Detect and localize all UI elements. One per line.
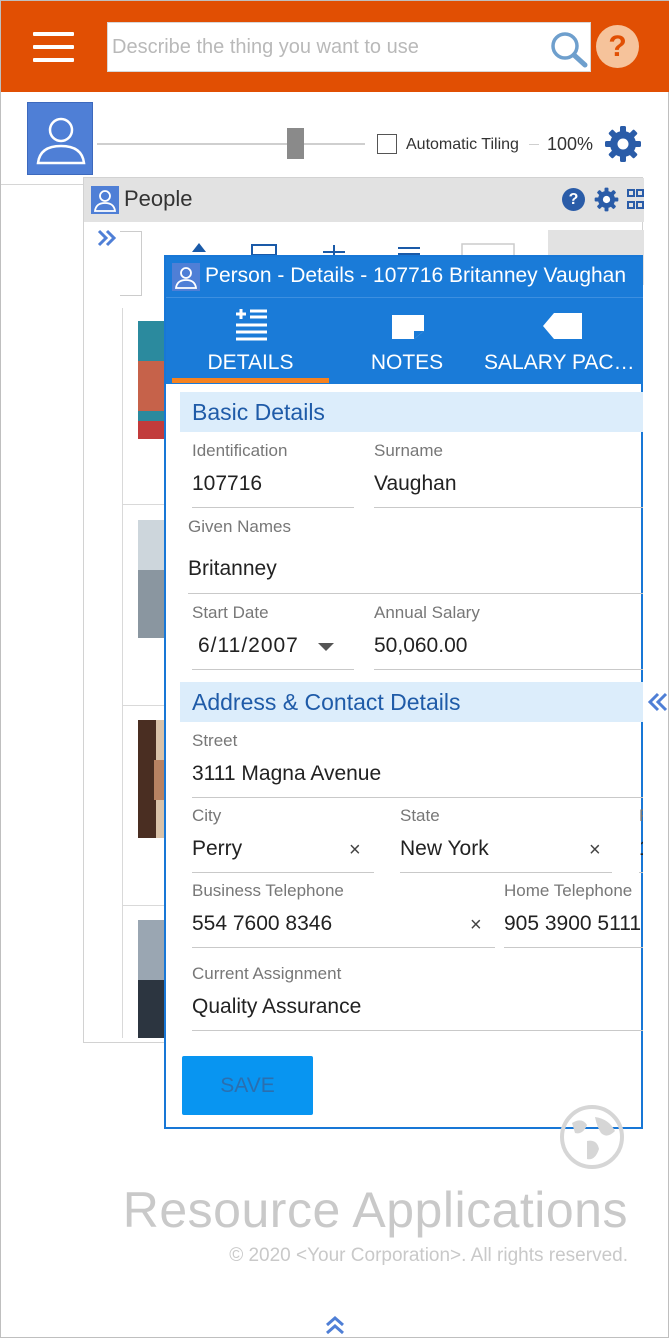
footer-copyright: © 2020 <Your Corporation>. All rights re… xyxy=(229,1245,628,1266)
business-telephone-label: Business Telephone xyxy=(192,881,344,900)
divider xyxy=(192,947,495,948)
divider xyxy=(192,872,374,873)
divider xyxy=(192,1030,643,1031)
search-icon[interactable] xyxy=(549,30,589,68)
save-button[interactable]: SAVE xyxy=(182,1056,313,1115)
search-input[interactable] xyxy=(108,23,538,71)
postcode-label: P xyxy=(639,806,643,826)
section-title: Basic Details xyxy=(192,399,325,425)
city-label: City xyxy=(192,806,222,825)
menu-icon[interactable] xyxy=(33,32,74,62)
person-icon xyxy=(36,117,86,165)
section-basic-details: Basic Details xyxy=(180,392,643,432)
street-field[interactable]: 3111 Magna Avenue xyxy=(192,762,632,786)
section-address-contact: Address & Contact Details xyxy=(180,682,643,722)
start-date-field[interactable]: 6/11/2007 xyxy=(198,634,318,658)
tab-details-label: DETAILS xyxy=(207,351,294,374)
current-assignment-field[interactable]: Quality Assurance xyxy=(192,995,632,1019)
divider xyxy=(1,184,83,185)
state-field[interactable]: New York xyxy=(400,837,580,861)
tag-icon xyxy=(543,313,582,339)
divider xyxy=(374,507,643,508)
person-icon xyxy=(91,186,119,214)
tab-salary-package-label: SALARY PACKAGE xyxy=(484,351,640,374)
tab-salary-package[interactable]: SALARY PACKAGE xyxy=(484,305,640,384)
tile-grid-icon[interactable] xyxy=(626,187,644,212)
search-box xyxy=(107,22,591,72)
clear-city-icon[interactable]: × xyxy=(349,839,361,862)
help-icon[interactable]: ? xyxy=(562,188,585,211)
zoom-level: 100% xyxy=(547,134,594,154)
scroll-to-top-icon[interactable] xyxy=(324,1314,346,1336)
divider xyxy=(374,669,643,670)
user-avatar[interactable] xyxy=(27,102,93,175)
business-telephone-field[interactable]: 554 7600 8346 xyxy=(192,912,462,936)
active-tab-indicator xyxy=(172,378,329,383)
state-label: State xyxy=(400,806,440,825)
divider xyxy=(504,947,643,948)
tab-notes-label: NOTES xyxy=(370,351,444,374)
person-details-panel: Person - Details - 107716 Britanney Vaug… xyxy=(164,255,643,1129)
expand-double-chevron-icon[interactable] xyxy=(96,228,120,248)
top-bar: ? xyxy=(1,1,669,92)
list-view-icon[interactable] xyxy=(249,242,279,256)
divider xyxy=(529,144,539,145)
filter-list-icon[interactable] xyxy=(394,242,424,256)
settings-gear-icon[interactable] xyxy=(604,125,642,163)
clear-state-icon[interactable]: × xyxy=(589,839,601,862)
globe-icon xyxy=(560,1105,624,1169)
divider xyxy=(192,797,643,798)
current-assignment-label: Current Assignment xyxy=(192,964,342,983)
tab-details[interactable]: DETAILS xyxy=(172,305,329,384)
divider xyxy=(400,872,612,873)
person-icon xyxy=(172,263,200,291)
street-label: Street xyxy=(192,731,238,750)
add-list-icon[interactable] xyxy=(319,242,349,256)
divider xyxy=(192,507,354,508)
postcode-field[interactable]: 1 xyxy=(639,837,643,861)
collapse-double-chevron-icon[interactable] xyxy=(645,691,669,713)
annual-salary-label: Annual Salary xyxy=(374,603,480,622)
given-names-label: Given Names xyxy=(188,517,291,536)
help-button[interactable]: ? xyxy=(596,25,639,68)
start-date-label: Start Date xyxy=(192,603,269,622)
chevron-down-icon[interactable] xyxy=(318,643,334,651)
sort-up-icon[interactable] xyxy=(184,242,214,256)
automatic-tiling-checkbox[interactable] xyxy=(377,134,397,154)
surname-label: Surname xyxy=(374,441,443,460)
given-names-field[interactable]: Britanney xyxy=(188,557,638,581)
divider xyxy=(192,669,354,670)
identification-label: Identification xyxy=(192,441,288,460)
people-search-field[interactable] xyxy=(120,231,142,296)
details-header: Person - Details - 107716 Britanney Vaug… xyxy=(166,257,643,384)
surname-field[interactable]: Vaughan xyxy=(374,472,642,496)
tile-size-slider-track[interactable] xyxy=(97,143,365,145)
home-telephone-label: Home Telephone xyxy=(504,881,633,900)
clear-business-telephone-icon[interactable]: × xyxy=(470,914,482,937)
city-field[interactable]: Perry xyxy=(192,837,342,861)
details-title: Person - Details - 107716 Britanney Vaug… xyxy=(205,264,627,287)
annual-salary-field[interactable]: 50,060.00 xyxy=(374,634,642,658)
people-panel-header: People ? xyxy=(84,178,644,222)
home-telephone-field[interactable]: 905 3900 5111 xyxy=(504,912,643,936)
tab-notes[interactable]: NOTES xyxy=(332,305,482,384)
divider xyxy=(639,872,643,873)
section-title: Address & Contact Details xyxy=(192,689,461,715)
tile-size-slider-thumb[interactable] xyxy=(287,128,304,159)
divider xyxy=(166,297,643,298)
footer-brand: Resource Applications xyxy=(122,1182,628,1238)
gear-icon[interactable] xyxy=(594,187,619,212)
automatic-tiling-label: Automatic Tiling xyxy=(406,136,519,153)
divider xyxy=(188,593,643,594)
form-icon xyxy=(236,309,267,341)
identification-field[interactable]: 107716 xyxy=(192,472,352,496)
note-icon xyxy=(392,315,424,339)
people-panel-title: People xyxy=(124,186,193,211)
export-icon[interactable] xyxy=(460,242,516,256)
